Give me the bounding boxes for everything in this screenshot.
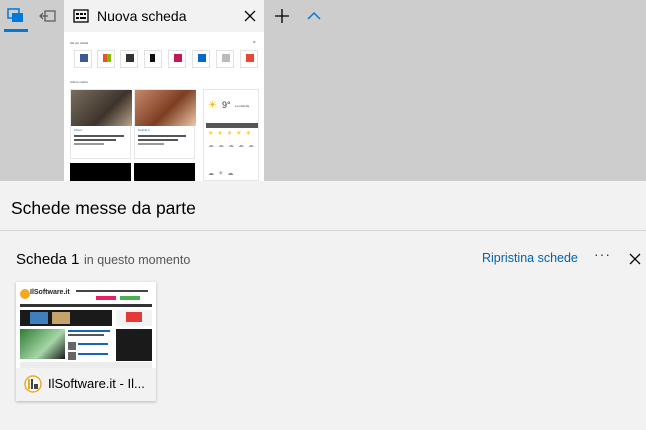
preview-tile: [74, 50, 92, 68]
preview-forecast-icons: ☁☁☁☁☁: [208, 143, 258, 149]
site-logo-icon: [20, 289, 30, 299]
saved-tab-title: IlSoftware.it - Il...: [48, 376, 145, 391]
close-icon: [629, 253, 641, 265]
panel-title: Schede messe da parte: [11, 198, 196, 218]
tabs-aside-button[interactable]: [0, 0, 32, 32]
preview-tile: [216, 50, 234, 68]
preview-forecast-icons: ☁☀☁: [208, 171, 238, 177]
set-aside-button[interactable]: [32, 0, 64, 32]
tab-preview: Siti più visitati ⚙ Ultime notizie Liber…: [64, 32, 264, 181]
tab-new-tab[interactable]: Nuova scheda Siti più visitati ⚙ Ultime …: [64, 0, 264, 181]
preview-tile: [240, 50, 258, 68]
preview-top-sites-header: Siti più visitati: [70, 41, 89, 45]
preview-video-card: [70, 163, 131, 181]
preview-news-card: Notizie.it: [134, 89, 196, 159]
close-group-button[interactable]: [626, 250, 644, 268]
preview-tile: [144, 50, 162, 68]
restore-tabs-link[interactable]: Ripristina schede: [482, 251, 578, 265]
thumb-site-name: IlSoftware.it: [30, 289, 70, 296]
preview-news-card: Libero: [70, 89, 132, 159]
set-aside-icon: [39, 10, 56, 22]
site-favicon-icon: [24, 375, 42, 393]
preview-gear-icon: ⚙: [253, 40, 256, 44]
tab-strip: Nuova scheda Siti più visitati ⚙ Ultime …: [0, 0, 646, 181]
group-timestamp: in questo momento: [84, 253, 191, 267]
preview-news-header: Ultime notizie: [70, 80, 89, 84]
new-tab-button[interactable]: [266, 0, 298, 32]
new-tab-page-icon: [73, 9, 89, 23]
group-title: Scheda 1: [16, 251, 80, 268]
show-tab-previews-button[interactable]: [298, 0, 330, 32]
tabs-aside-icon: [7, 8, 23, 22]
preview-forecast-icons: ☀☀☀☀☀: [208, 131, 255, 137]
preview-tile: [192, 50, 210, 68]
preview-weather-card: ☀ 9° Lombardia ☀☀☀☀☀ ☁☁☁☁☁ ☁☀☁: [203, 89, 259, 181]
close-icon: [244, 10, 256, 22]
more-options-button[interactable]: ···: [594, 247, 612, 267]
panel-divider: [0, 230, 646, 231]
chevron-up-icon: [307, 11, 321, 20]
saved-tab-footer: IlSoftware.it - Il...: [16, 368, 156, 401]
preview-video-card: [134, 163, 195, 181]
close-tab-button[interactable]: [240, 6, 260, 26]
preview-tile: [97, 50, 115, 68]
preview-sun-icon: ☀: [208, 100, 217, 111]
plus-icon: [275, 9, 289, 23]
saved-tab-card[interactable]: IlSoftware.it IlSoftware.it - Il...: [16, 282, 156, 401]
saved-tab-thumbnail: IlSoftware.it: [16, 282, 156, 368]
tab-title: Nuova scheda: [97, 8, 187, 24]
preview-tile: [120, 50, 138, 68]
preview-tile: [168, 50, 186, 68]
